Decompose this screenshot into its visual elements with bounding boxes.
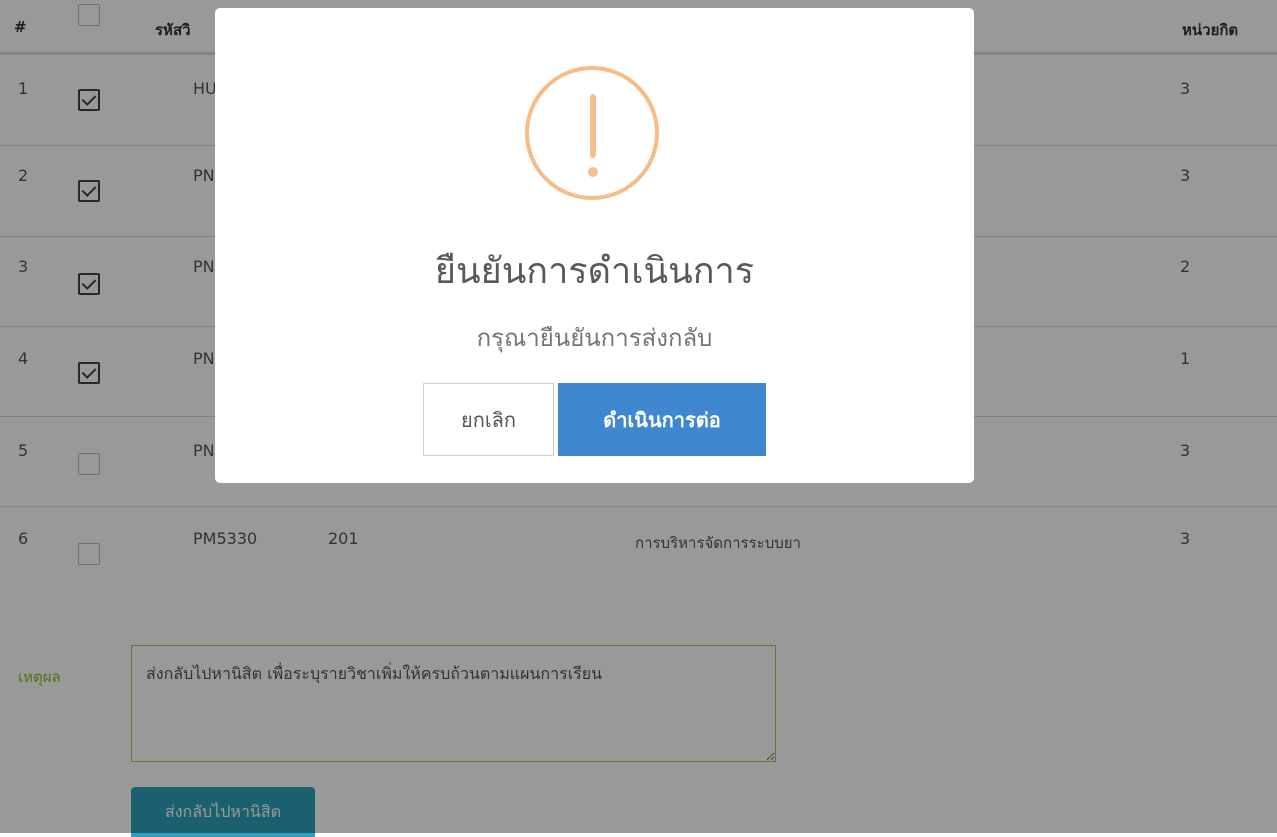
confirm-button[interactable]: ดำเนินการต่อ — [558, 383, 766, 456]
exclamation-warning-icon — [525, 66, 659, 200]
dialog-title: ยืนยันการดำเนินการ — [434, 251, 755, 292]
exclamation-bar — [590, 94, 596, 158]
page: # รหัสวิ หน่วยกิต 1 HU 3 2 PN 3 3 PN 2 4… — [0, 0, 1277, 837]
exclamation-dot — [588, 167, 598, 177]
cancel-button[interactable]: ยกเลิก — [423, 383, 554, 456]
dialog-text: กรุณายืนยันการส่งกลับ — [476, 324, 713, 352]
confirm-dialog: ยืนยันการดำเนินการ กรุณายืนยันการส่งกลับ… — [215, 8, 974, 483]
